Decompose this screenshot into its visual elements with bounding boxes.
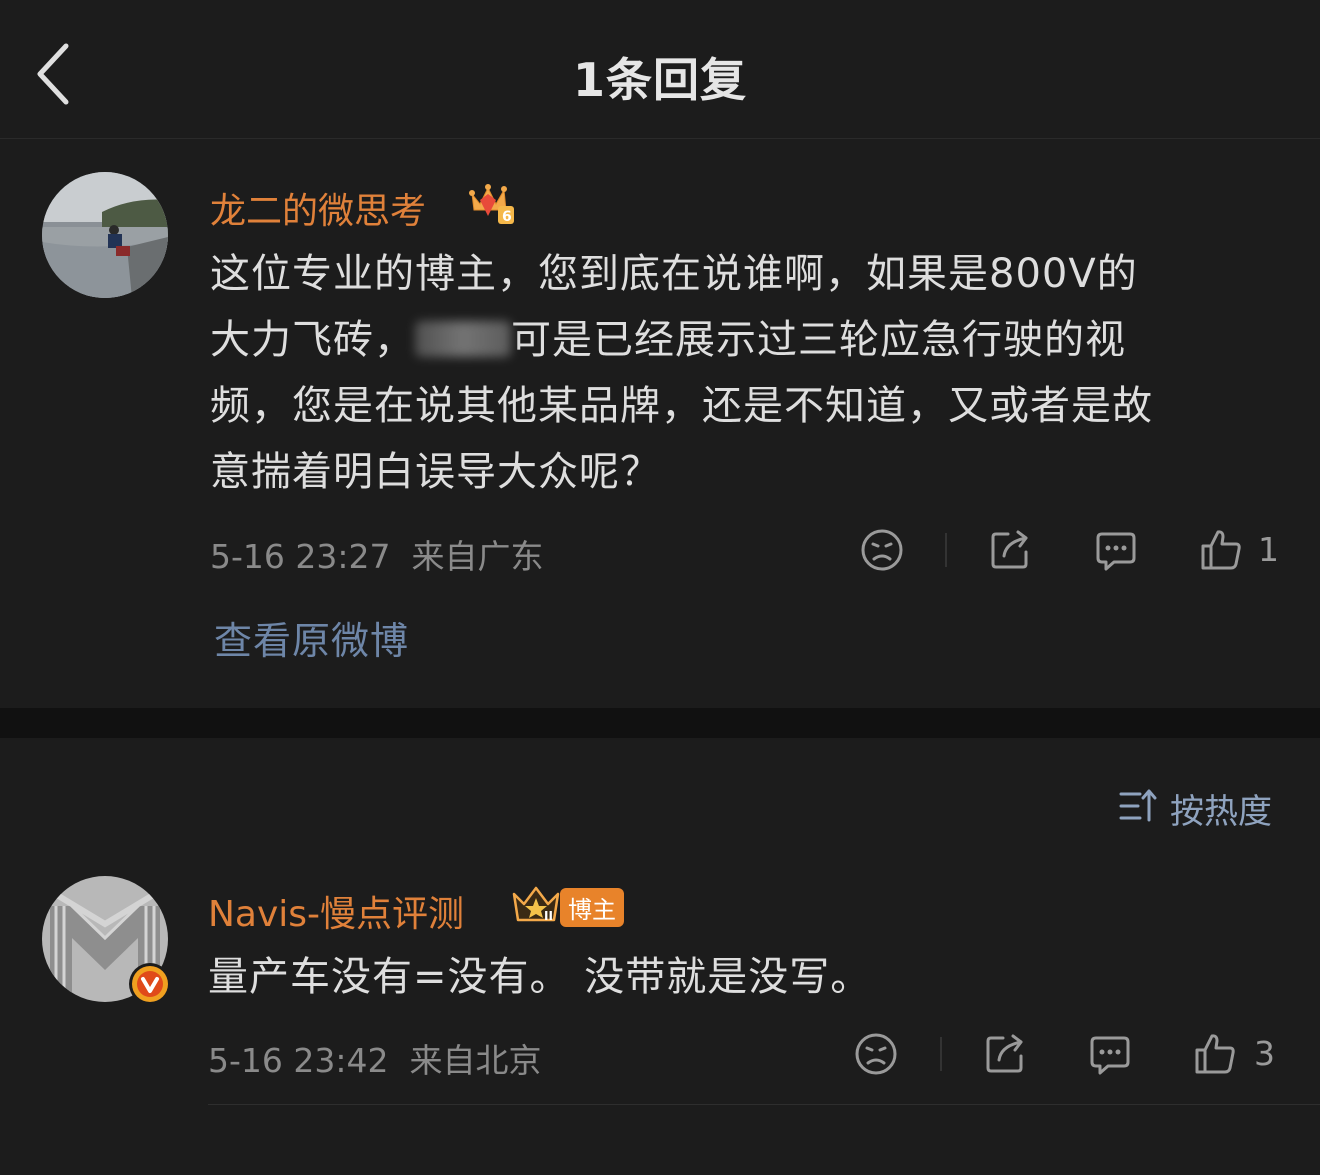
page-title: 1条回复 — [572, 53, 747, 107]
rank-crown-icon: II — [510, 882, 562, 926]
blurred-name — [415, 321, 511, 357]
sort-by-hot[interactable]: 按热度 — [1170, 784, 1272, 833]
like-count: 3 — [1254, 1034, 1275, 1073]
comment-text-line: 频，您是在说其他某品牌，还是不知道，又或者是故 — [210, 383, 1153, 429]
sort-icon[interactable] — [1118, 786, 1158, 826]
action-divider — [945, 533, 947, 567]
dislike-face-icon[interactable] — [854, 1032, 898, 1076]
vip-crown-icon: 6 — [468, 180, 516, 226]
comment-username[interactable]: 龙二的微思考 — [210, 182, 426, 234]
comment-text-line: 大力飞砖， 可是已经展示过三轮应急行驶的视 — [210, 307, 1270, 373]
avatar[interactable] — [42, 172, 168, 298]
comment-location: 来自广东 — [411, 537, 544, 576]
comment-meta: 5-16 23:42 来自北京 — [208, 1034, 541, 1082]
share-icon[interactable] — [983, 1032, 1027, 1076]
like-thumb-icon[interactable] — [1193, 1032, 1237, 1076]
comment-text: 量产车没有=没有。 没带就是没写。 — [208, 954, 872, 1000]
like-thumb-icon[interactable] — [1199, 528, 1243, 572]
top-bar: 1条回复 — [0, 0, 1320, 139]
dislike-face-icon[interactable] — [860, 528, 904, 572]
comment-text: 这位专业的博主，您到底在说谁啊，如果是800V的 大力飞砖， 可是已经展示过三轮应… — [210, 241, 1270, 505]
section-divider — [0, 708, 1320, 738]
comment-date: 5-16 23:42 — [208, 1041, 389, 1080]
comment-username[interactable]: Navis-慢点评测 — [208, 885, 464, 937]
comment-text-fragment: 大力飞砖， — [210, 317, 415, 363]
comment-text-fragment: 可是已经展示过三轮应急行驶的视 — [511, 317, 1126, 363]
view-original-link[interactable]: 查看原微博 — [214, 610, 409, 665]
comment-icon[interactable] — [1094, 528, 1138, 572]
svg-text:6: 6 — [502, 209, 512, 225]
action-divider — [940, 1037, 942, 1071]
comment-location: 来自北京 — [409, 1041, 542, 1080]
svg-text:II: II — [544, 909, 553, 923]
row-divider — [208, 1104, 1320, 1105]
share-icon[interactable] — [988, 528, 1032, 572]
comment-text-line: 这位专业的博主，您到底在说谁啊，如果是800V的 — [210, 251, 1138, 297]
comment-date: 5-16 23:27 — [210, 537, 391, 576]
verified-badge-icon — [128, 962, 172, 1006]
like-count: 1 — [1258, 530, 1279, 569]
comment-text-line: 意揣着明白误导大众呢？ — [210, 449, 661, 495]
comment-icon[interactable] — [1088, 1032, 1132, 1076]
blogger-badge: 博主 — [560, 888, 624, 927]
comment-meta: 5-16 23:27 来自广东 — [210, 530, 543, 578]
